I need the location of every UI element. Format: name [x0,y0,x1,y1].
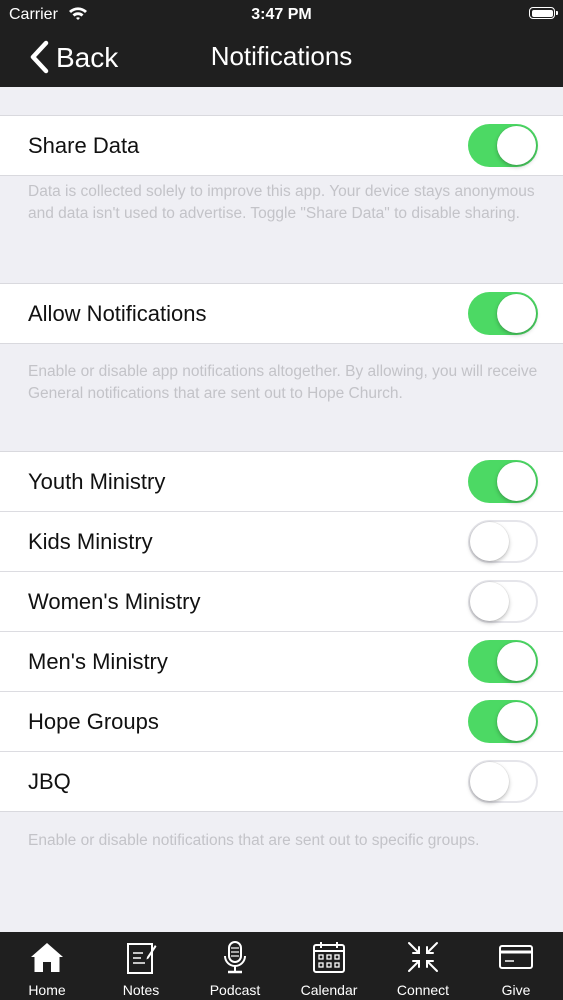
tab-notes[interactable]: Notes [94,932,188,1000]
row-label: Share Data [28,133,140,158]
allow-notifications-footnote: Enable or disable app notifications alto… [28,363,538,402]
settings-row-share-data: Share Data [0,116,563,175]
mens-ministry-toggle[interactable] [468,640,538,683]
notes-icon [94,940,188,976]
settings-row-allow-notifications: Allow Notifications [0,284,563,343]
toggle-knob [470,522,509,561]
status-bar: Carrier 3:47 PM [0,0,563,30]
hope-groups-toggle[interactable] [468,700,538,743]
connect-arrows-icon [376,940,470,976]
settings-row-mens-ministry: Men's Ministry [0,632,563,692]
navigation-bar: Back Notifications [0,30,563,87]
row-label: Allow Notifications [28,301,207,326]
toggle-knob [497,462,536,501]
tab-label: Calendar [300,982,358,998]
row-label: Women's Ministry [28,589,201,614]
kids-ministry-toggle[interactable] [468,520,538,563]
toggle-knob [497,702,536,741]
tab-label: Podcast [209,982,261,998]
battery-icon [529,7,558,19]
home-icon [0,940,94,976]
page-title: Notifications [210,41,353,71]
microphone-icon [188,940,282,976]
row-label: Men's Ministry [28,649,168,674]
settings-row-jbq: JBQ [0,752,563,811]
toggle-knob [497,642,536,681]
status-time: 3:47 PM [251,6,312,23]
tab-connect[interactable]: Connect [376,932,470,1000]
row-label: Youth Ministry [28,469,166,494]
tab-label: Notes [122,982,160,998]
youth-ministry-toggle[interactable] [468,460,538,503]
allow-notifications-toggle[interactable] [468,292,538,335]
womens-ministry-toggle[interactable] [468,580,538,623]
tab-calendar[interactable]: Calendar [282,932,376,1000]
row-label: JBQ [28,769,71,794]
toggle-knob [470,762,509,801]
settings-row-womens-ministry: Women's Ministry [0,572,563,632]
tab-bar: Home Notes Podcast Calendar Connect Give [0,932,563,1000]
row-label: Hope Groups [28,709,159,734]
tab-give[interactable]: Give [469,932,563,1000]
tab-home[interactable]: Home [0,932,94,1000]
share-data-toggle[interactable] [468,124,538,167]
settings-row-hope-groups: Hope Groups [0,692,563,752]
toggle-knob [497,294,536,333]
settings-row-kids-ministry: Kids Ministry [0,512,563,572]
settings-row-youth-ministry: Youth Ministry [0,452,563,512]
tab-label: Give [501,982,531,998]
tab-label: Home [28,982,66,998]
row-label: Kids Ministry [28,529,153,554]
share-data-footnote: Data is collected solely to improve this… [28,183,535,222]
allow-notifications-group: Allow Notifications [0,283,563,344]
credit-card-icon [469,940,563,976]
group-notifications-list: Youth Ministry Kids Ministry Women's Min… [0,451,563,812]
tab-podcast[interactable]: Podcast [188,932,282,1000]
share-data-group: Share Data [0,115,563,176]
group-notifications-footnote: Enable or disable notifications that are… [28,832,480,849]
jbq-toggle[interactable] [468,760,538,803]
toggle-knob [470,582,509,621]
toggle-knob [497,126,536,165]
calendar-icon [282,940,376,976]
tab-label: Connect [396,982,450,998]
